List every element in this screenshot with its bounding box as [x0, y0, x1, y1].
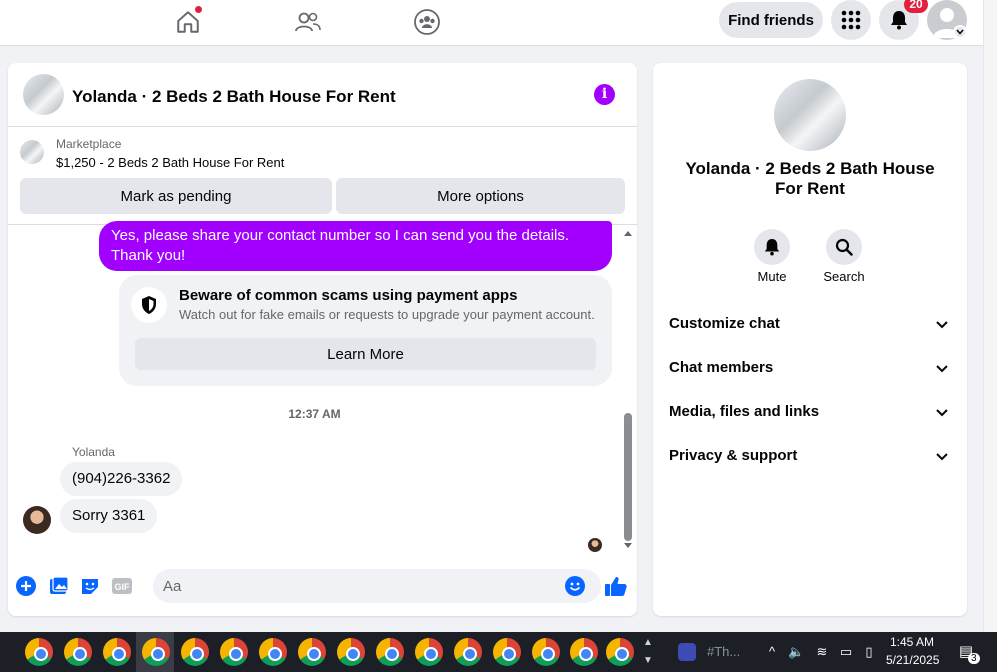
chrome-app-icon[interactable]: [606, 638, 634, 666]
chrome-app-icon[interactable]: [259, 638, 287, 666]
media-play-icon[interactable]: [678, 643, 696, 661]
battery-icon[interactable]: ▭: [838, 644, 854, 660]
chevron-down-icon: [936, 409, 948, 417]
scrollbar-thumb[interactable]: [624, 413, 632, 541]
marketplace-label: Marketplace: [56, 137, 122, 151]
search-label: Search: [823, 269, 865, 284]
message-timestamp: 12:37 AM: [288, 407, 341, 421]
friends-icon[interactable]: [290, 4, 326, 40]
shield-icon: [131, 287, 167, 323]
scam-warning-title: Beware of common scams using payment app…: [179, 287, 518, 304]
groups-icon[interactable]: [409, 4, 445, 40]
device-icon[interactable]: ▯: [861, 644, 877, 660]
wifi-icon[interactable]: ≋: [814, 644, 830, 660]
account-chevron-down-icon[interactable]: [953, 25, 967, 39]
mute-button[interactable]: [754, 229, 790, 265]
section-chat-members[interactable]: Chat members: [653, 351, 967, 387]
mute-label: Mute: [757, 269, 787, 284]
section-label: Media, files and links: [669, 403, 820, 420]
listing-price[interactable]: $1,250 - 2 Beds 2 Bath House For Rent: [56, 155, 284, 170]
chrome-app-icon[interactable]: [25, 638, 53, 666]
chevron-up-icon[interactable]: ^: [764, 644, 780, 660]
scroll-up-icon[interactable]: [624, 231, 632, 236]
section-customize-chat[interactable]: Customize chat: [653, 307, 967, 343]
chat-title[interactable]: Yolanda · 2 Beds 2 Bath House For Rent: [72, 87, 396, 107]
chrome-app-icon[interactable]: [64, 638, 92, 666]
chrome-app-icon[interactable]: [493, 638, 521, 666]
chevron-down-icon: [936, 321, 948, 329]
notifications-badge: 20: [904, 0, 928, 13]
emoji-icon[interactable]: [565, 576, 585, 596]
top-navigation: Find friends 20: [0, 0, 983, 46]
chrome-app-icon[interactable]: [103, 638, 131, 666]
clock-date[interactable]: 5/21/2025: [886, 653, 939, 667]
incoming-message[interactable]: Sorry 3361: [60, 499, 158, 533]
windows-taskbar: ▲ ▼ #Th... ^ 🔈 ≋ ▭ ▯ 1:45 AM 5/21/2025 ▤ …: [0, 632, 997, 672]
sender-name: Yolanda: [72, 445, 115, 459]
media-title[interactable]: #Th...: [707, 644, 740, 659]
notification-count: 3: [968, 653, 980, 664]
sticker-icon[interactable]: [79, 575, 101, 597]
chat-details-panel: Yolanda · 2 Beds 2 Bath House For Rent M…: [653, 63, 967, 616]
like-icon[interactable]: [604, 574, 628, 598]
sender-avatar[interactable]: [23, 506, 51, 534]
scam-warning-subtitle: Watch out for fake emails or requests to…: [179, 307, 595, 322]
svg-text:GIF: GIF: [115, 582, 131, 592]
menu-grid-button[interactable]: [831, 0, 871, 40]
section-label: Privacy & support: [669, 447, 798, 464]
search-button[interactable]: [826, 229, 862, 265]
chat-panel: Yolanda · 2 Beds 2 Bath House For Rent i…: [8, 63, 637, 616]
page-scrollbar[interactable]: [983, 0, 997, 632]
chrome-app-icon[interactable]: [532, 638, 560, 666]
chrome-app-icon[interactable]: [454, 638, 482, 666]
bell-icon: [764, 239, 780, 256]
photo-icon[interactable]: [48, 575, 70, 597]
info-icon[interactable]: i: [594, 84, 615, 105]
chrome-app-icon[interactable]: [220, 638, 248, 666]
chrome-app-icon[interactable]: [181, 638, 209, 666]
more-options-button[interactable]: More options: [336, 178, 625, 214]
chrome-app-icon[interactable]: [298, 638, 326, 666]
chevron-down-icon: [936, 453, 948, 461]
outgoing-message[interactable]: Yes, please share your contact number so…: [99, 221, 612, 271]
clock-time[interactable]: 1:45 AM: [890, 635, 934, 649]
chevron-down-icon: [936, 365, 948, 373]
thread-scrollbar[interactable]: [622, 227, 634, 553]
marketplace-listing-thumbnail[interactable]: [20, 140, 44, 164]
chrome-app-icon[interactable]: [142, 638, 170, 666]
learn-more-button[interactable]: Learn More: [135, 338, 596, 370]
listing-avatar-large[interactable]: [774, 79, 846, 151]
taskbar-overflow-arrows[interactable]: ▲ ▼: [642, 634, 654, 670]
home-notification-dot: [195, 6, 202, 13]
chrome-app-icon[interactable]: [337, 638, 365, 666]
details-title: Yolanda · 2 Beds 2 Bath House For Rent: [685, 159, 935, 198]
bell-icon: [891, 11, 907, 30]
chrome-app-icon[interactable]: [376, 638, 404, 666]
grid-icon: [841, 10, 861, 30]
gif-icon[interactable]: GIF: [111, 575, 133, 597]
scroll-down-icon[interactable]: [624, 543, 632, 548]
section-media-files-links[interactable]: Media, files and links: [653, 395, 967, 431]
chat-header: Yolanda · 2 Beds 2 Bath House For Rent i: [8, 63, 637, 127]
scam-warning-card: Beware of common scams using payment app…: [119, 275, 612, 386]
incoming-message[interactable]: (904)226-3362: [60, 462, 183, 496]
section-privacy-support[interactable]: Privacy & support: [653, 439, 967, 475]
section-label: Chat members: [669, 359, 774, 376]
section-label: Customize chat: [669, 315, 780, 332]
home-icon[interactable]: [170, 4, 206, 40]
listing-avatar[interactable]: [23, 74, 64, 115]
chrome-app-icon[interactable]: [415, 638, 443, 666]
search-icon: [835, 238, 853, 256]
seen-indicator-avatar: [588, 538, 602, 552]
find-friends-button[interactable]: Find friends: [719, 2, 823, 38]
mark-as-pending-button[interactable]: Mark as pending: [20, 178, 332, 214]
message-input[interactable]: [153, 569, 601, 603]
volume-icon[interactable]: 🔈: [788, 644, 804, 660]
plus-icon[interactable]: [15, 575, 37, 597]
chrome-app-icon[interactable]: [570, 638, 598, 666]
